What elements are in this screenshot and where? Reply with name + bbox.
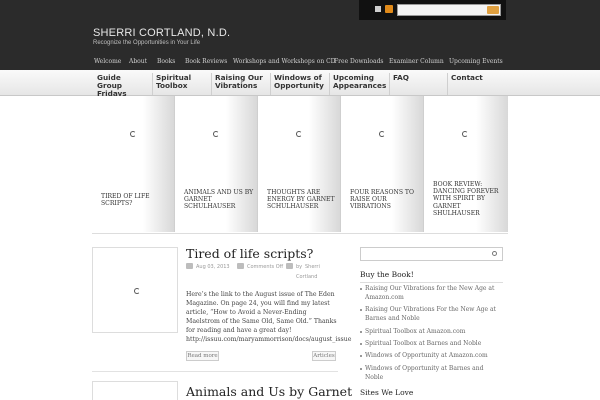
sidebar-link[interactable]: Windows of Opportunity at Barnes and Nob… [360, 365, 503, 382]
featured-panel[interactable]: THOUGHTS ARE ENERGY BY GARNET SCHULHAUSE… [258, 96, 341, 232]
featured-panel[interactable]: BOOK REVIEW: DANCING FOREVER WITH SPIRIT… [424, 96, 508, 232]
header-search-input[interactable] [397, 4, 501, 16]
comment-icon [237, 263, 244, 269]
featured-title[interactable]: THOUGHTS ARE ENERGY BY GARNET SCHULHAUSE… [267, 189, 339, 211]
featured-panel[interactable]: FOUR REASONS TO RAISE OUR VIBRATIONS [341, 96, 424, 232]
sidebar-link[interactable]: Spiritual Toolbox at Barnes and Noble [360, 340, 503, 349]
main-nav-contact[interactable]: Contact [447, 73, 503, 95]
main-nav-guide-group-fridays[interactable]: Guide Group Fridays [94, 73, 150, 98]
loading-spinner-icon [130, 131, 136, 137]
top-nav-workshops[interactable]: Workshops and Workshops on CD [233, 58, 336, 65]
sidebar-link[interactable]: Spiritual Toolbox at Amazon.com [360, 328, 503, 337]
search-icon[interactable] [492, 251, 497, 256]
sidebar-link[interactable]: Raising Our Vibrations For the New Age a… [360, 306, 503, 323]
post-date: Aug 03, 2013 [196, 264, 230, 270]
post-title[interactable]: Tired of life scripts? [186, 246, 313, 261]
post-thumbnail[interactable] [92, 381, 178, 400]
loading-spinner-icon [379, 131, 385, 137]
widget-title: Buy the Book! [360, 270, 414, 279]
sidebar-link[interactable]: Windows of Opportunity at Amazon.com [360, 352, 503, 361]
header-search-area [359, 0, 506, 20]
widget-title: Sites We Love [360, 388, 414, 397]
site-tagline: Recognize the Opportunities in Your Life [93, 40, 201, 46]
post-comments[interactable]: Comments Off [247, 264, 283, 270]
top-nav-examiner-column[interactable]: Examiner Column [389, 58, 444, 65]
loading-spinner-icon [462, 131, 468, 137]
loading-spinner-icon [134, 288, 140, 294]
category-badge[interactable]: Articles [312, 351, 336, 361]
rss-icon[interactable] [385, 5, 393, 13]
top-nav-about[interactable]: About [129, 58, 147, 65]
calendar-icon [186, 263, 193, 269]
post-divider [92, 371, 338, 372]
main-nav-upcoming-appearances[interactable]: Upcoming Appearances [329, 73, 387, 95]
top-navigation: Welcome About Books Book Reviews Worksho… [0, 54, 600, 70]
post-excerpt: Here’s the link to the August issue of T… [186, 291, 352, 343]
post-title[interactable]: Animals and Us by Garnet [186, 384, 352, 399]
top-nav-upcoming-events[interactable]: Upcoming Events [449, 58, 503, 65]
site-header: SHERRI CORTLAND, N.D. Recognize the Oppo… [0, 0, 600, 70]
featured-title[interactable]: TIRED OF LIFE SCRIPTS? [101, 193, 173, 207]
main-navigation: Guide Group Fridays Spiritual Toolbox Ra… [0, 70, 600, 98]
site-title[interactable]: SHERRI CORTLAND, N.D. [93, 27, 230, 39]
featured-title[interactable]: ANIMALS AND US BY GARNET SCHULHAUSER [184, 189, 256, 211]
user-icon [286, 263, 293, 269]
post-thumbnail[interactable] [92, 247, 178, 333]
widget-divider [360, 282, 503, 283]
main-nav-faq[interactable]: FAQ [389, 73, 441, 95]
sidebar-search-input[interactable] [360, 247, 503, 261]
featured-panel[interactable]: ANIMALS AND US BY GARNET SCHULHAUSER [175, 96, 258, 232]
top-nav-book-reviews[interactable]: Book Reviews [185, 58, 227, 65]
email-icon[interactable] [375, 6, 381, 12]
loading-spinner-icon [296, 131, 302, 137]
author-prefix: by [296, 264, 303, 270]
main-nav-spiritual-toolbox[interactable]: Spiritual Toolbox [152, 73, 210, 95]
top-nav-free-downloads[interactable]: Free Downloads [334, 58, 384, 65]
featured-panel[interactable]: TIRED OF LIFE SCRIPTS? [92, 96, 175, 232]
main-nav-raising-our-vibrations[interactable]: Raising Our Vibrations [211, 73, 267, 95]
featured-title[interactable]: FOUR REASONS TO RAISE OUR VIBRATIONS [350, 189, 422, 211]
top-nav-books[interactable]: Books [157, 58, 175, 65]
post-author[interactable]: Cortland [296, 274, 317, 280]
post-author[interactable]: Sherri [305, 264, 320, 270]
featured-slider: TIRED OF LIFE SCRIPTS? ANIMALS AND US BY… [92, 96, 508, 234]
main-nav-windows-of-opportunity[interactable]: Windows of Opportunity [270, 73, 328, 95]
search-icon[interactable] [487, 6, 499, 14]
top-nav-welcome[interactable]: Welcome [94, 58, 121, 65]
read-more-button[interactable]: Read more [186, 351, 219, 361]
featured-title[interactable]: BOOK REVIEW: DANCING FOREVER WITH SPIRIT… [433, 181, 505, 217]
sidebar-link[interactable]: Raising Our Vibrations for the New Age a… [360, 285, 503, 302]
loading-spinner-icon [213, 131, 219, 137]
